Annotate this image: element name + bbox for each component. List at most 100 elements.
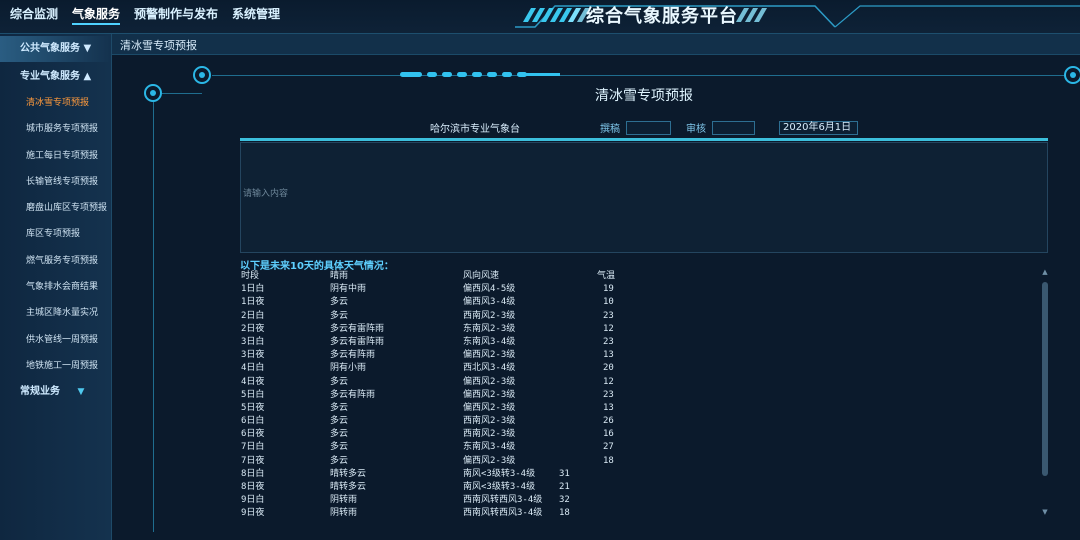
cell-wind: 东南风3-4级 xyxy=(463,336,516,347)
cell-weather: 阴有小雨 xyxy=(330,363,367,374)
table-row: 9日夜 阴转雨 西南风转西风3-4级 18 xyxy=(241,507,841,520)
scroll-down-icon[interactable]: ▼ xyxy=(1041,508,1049,516)
nav-meteorological-service[interactable]: 气象服务 xyxy=(72,6,121,25)
cell-period: 8日白 xyxy=(241,468,265,479)
cell-period: 3日白 xyxy=(241,336,265,347)
sidebar-group-regular-label: 常规业务 xyxy=(20,386,60,398)
scrollbar[interactable]: ▲ ▼ xyxy=(1041,268,1049,516)
cell-weather: 多云有阵雨 xyxy=(330,350,376,361)
nav-comprehensive-monitoring[interactable]: 综合监测 xyxy=(10,6,58,25)
cell-weather: 多云 xyxy=(330,429,349,440)
cell-temperature: 18 xyxy=(559,508,570,519)
sidebar-item-ice-snow-forecast[interactable]: 清冰雪专项预报 xyxy=(0,90,111,116)
reviewer-label: 审核 xyxy=(686,124,706,135)
sidebar-group-public-service[interactable]: 公共气象服务 ▼ xyxy=(0,36,111,62)
cell-wind: 偏西风2-3级 xyxy=(463,455,516,466)
scroll-up-icon[interactable]: ▲ xyxy=(1041,268,1049,276)
table-row: 2日夜 多云有雷阵雨 东南风2-3级 12 xyxy=(241,323,841,336)
cell-wind: 偏西风2-3级 xyxy=(463,350,516,361)
page-title: 清冰雪专项预报 xyxy=(595,88,693,104)
sidebar-item-water-pipeline-weekly[interactable]: 供水管线一周预报 xyxy=(0,327,111,353)
header-weather: 晴雨 xyxy=(330,271,349,281)
table-row: 9日白 阴转雨 西南风转西风3-4级 32 xyxy=(241,494,841,507)
sidebar-item-pipeline-forecast[interactable]: 长输管线专项预报 xyxy=(0,169,111,195)
cell-weather: 多云 xyxy=(330,310,349,321)
top-nav: 综合监测 气象服务 预警制作与发布 系统管理 xyxy=(10,6,294,25)
cell-weather: 阴转雨 xyxy=(330,508,358,519)
cell-weather: 多云 xyxy=(330,402,349,413)
cell-weather: 阴转雨 xyxy=(330,495,358,506)
header-temperature: 气温 xyxy=(597,271,616,281)
date-field[interactable]: 2020年6月1日 xyxy=(779,121,858,135)
cell-weather: 阴有中雨 xyxy=(330,284,367,295)
cell-period: 4日夜 xyxy=(241,376,265,387)
cell-period: 1日白 xyxy=(241,284,265,295)
chevron-down-icon: ▼ xyxy=(77,387,85,398)
cell-wind: 西南风2-3级 xyxy=(463,429,516,440)
cell-period: 7日夜 xyxy=(241,455,265,466)
cell-weather: 多云有阵雨 xyxy=(330,389,376,400)
cell-temperature: 13 xyxy=(603,350,614,361)
cell-wind: 西北风3-4级 xyxy=(463,363,516,374)
cell-wind: 东南风3-4级 xyxy=(463,442,516,453)
cell-temperature: 26 xyxy=(603,416,614,427)
cell-wind: 偏西风2-3级 xyxy=(463,389,516,400)
cell-wind: 偏西风2-3级 xyxy=(463,402,516,413)
cell-period: 4日白 xyxy=(241,363,265,374)
table-row: 1日夜 多云 偏西风3-4级 10 xyxy=(241,296,841,309)
nav-system-management[interactable]: 系统管理 xyxy=(232,6,280,25)
top-bar: 综合监测 气象服务 预警制作与发布 系统管理 综合气象服务平台 xyxy=(0,0,1080,34)
cell-temperature: 19 xyxy=(603,284,614,295)
cell-wind: 偏西风3-4级 xyxy=(463,297,516,308)
reticle-icon xyxy=(193,66,211,84)
cell-wind: 西南风转西风3-4级 xyxy=(463,495,543,506)
cell-temperature: 12 xyxy=(603,376,614,387)
writer-input[interactable] xyxy=(626,121,671,135)
cell-wind: 偏西风4-5级 xyxy=(463,284,516,295)
table-row: 5日白 多云有阵雨 偏西风2-3级 23 xyxy=(241,389,841,402)
sidebar-group-regular-business[interactable]: 常规业务 ▼ xyxy=(0,379,111,405)
sidebar-item-gas-service-forecast[interactable]: 燃气服务专项预报 xyxy=(0,248,111,274)
sidebar-item-reservoir-forecast[interactable]: 库区专项预报 xyxy=(0,221,111,247)
table-row: 6日白 多云 西南风2-3级 26 xyxy=(241,415,841,428)
cell-wind: 东南风2-3级 xyxy=(463,323,516,334)
table-row: 4日白 阴有小雨 西北风3-4级 20 xyxy=(241,362,841,375)
sidebar-item-subway-construction-weekly[interactable]: 地铁施工一周预报 xyxy=(0,353,111,379)
cell-period: 2日白 xyxy=(241,310,265,321)
reticle-icon xyxy=(144,84,162,102)
textarea-placeholder: 请输入内容 xyxy=(243,189,289,199)
scrollbar-thumb[interactable] xyxy=(1042,282,1048,476)
writer-label: 撰稿 xyxy=(600,124,620,135)
sidebar: 公共气象服务 ▼ 专业气象服务 ▲ 清冰雪专项预报 城市服务专项预报 施工每日专… xyxy=(0,34,112,540)
cell-period: 9日夜 xyxy=(241,508,265,519)
header-wind: 风向风速 xyxy=(463,271,500,281)
table-row: 7日夜 多云 偏西风2-3级 18 xyxy=(241,455,841,468)
cell-temperature: 23 xyxy=(603,389,614,400)
top-right-decoration xyxy=(835,5,1080,28)
sidebar-item-precipitation-observation[interactable]: 主城区降水量实况 xyxy=(0,300,111,326)
sidebar-item-daily-construction-forecast[interactable]: 施工每日专项预报 xyxy=(0,143,111,169)
table-row: 6日夜 多云 西南风2-3级 16 xyxy=(241,428,841,441)
nav-warning-publish[interactable]: 预警制作与发布 xyxy=(134,6,218,25)
table-row: 5日夜 多云 偏西风2-3级 13 xyxy=(241,402,841,415)
content-textarea[interactable]: 请输入内容 xyxy=(240,142,1048,253)
reticle-icon xyxy=(1064,66,1080,84)
reviewer-input[interactable] xyxy=(712,121,755,135)
platform-title: 综合气象服务平台 xyxy=(586,6,738,27)
cell-period: 7日白 xyxy=(241,442,265,453)
table-row: 8日白 晴转多云 南风<3级转3-4级 31 xyxy=(241,468,841,481)
sidebar-item-city-service-forecast[interactable]: 城市服务专项预报 xyxy=(0,116,111,142)
sidebar-item-mopanshan-reservoir-forecast[interactable]: 磨盘山库区专项预报 xyxy=(0,195,111,221)
cell-wind: 西南风2-3级 xyxy=(463,310,516,321)
table-row: 8日夜 晴转多云 南风<3级转3-4级 21 xyxy=(241,481,841,494)
sidebar-item-drainage-consultation[interactable]: 气象排水会商结果 xyxy=(0,274,111,300)
cell-period: 2日夜 xyxy=(241,323,265,334)
header-period: 时段 xyxy=(241,271,260,281)
cell-weather: 多云 xyxy=(330,376,349,387)
sidebar-group-professional-service[interactable]: 专业气象服务 ▲ xyxy=(0,64,111,90)
cell-weather: 晴转多云 xyxy=(330,482,367,492)
table-row: 3日白 多云有雷阵雨 东南风3-4级 23 xyxy=(241,336,841,349)
cell-temperature: 23 xyxy=(603,310,614,321)
cell-weather: 多云 xyxy=(330,297,349,308)
cell-period: 6日白 xyxy=(241,416,265,427)
